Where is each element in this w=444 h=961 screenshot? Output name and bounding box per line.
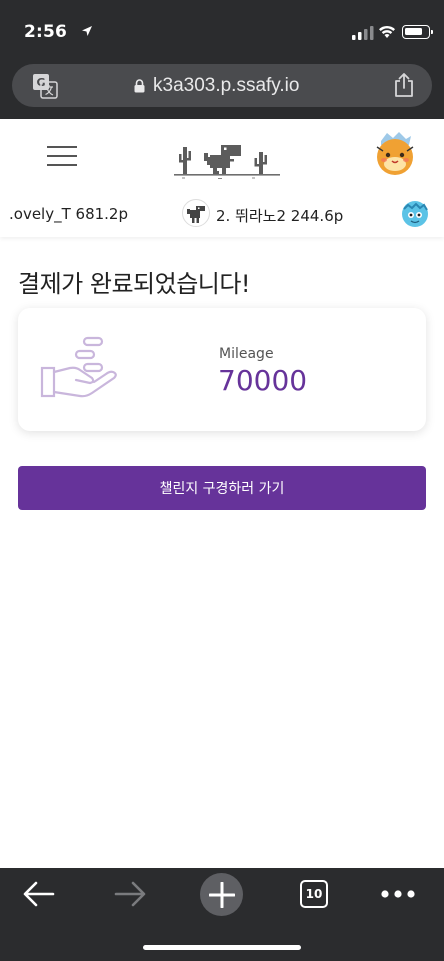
status-time: 2:56 (24, 22, 68, 42)
back-arrow-icon (23, 881, 55, 907)
url-text: k3a303.p.ssafy.io (153, 75, 300, 96)
battery-icon (402, 25, 433, 39)
browser-top-bar: 2:56 G k3a303.p.ssafy.io (0, 0, 444, 119)
forward-button[interactable] (111, 876, 149, 912)
tabs-button[interactable]: 10 (299, 876, 329, 912)
coins-hand-icon (40, 336, 117, 398)
more-menu-button[interactable] (380, 876, 416, 912)
location-arrow-icon (82, 26, 92, 36)
share-icon[interactable] (393, 72, 415, 98)
signal-icon (352, 26, 374, 40)
dino-logo[interactable] (174, 139, 280, 181)
more-dots-icon (381, 890, 415, 898)
ranking-item[interactable]: .ovely_T 681.2p (9, 205, 128, 223)
forward-arrow-icon (114, 881, 146, 907)
new-tab-button[interactable] (200, 873, 243, 916)
lock-icon (134, 79, 145, 93)
site-header: .ovely_T 681.2p 2. 뛰라노2 244.6p (0, 119, 444, 237)
mileage-card: Mileage 70000 (18, 308, 426, 431)
home-indicator[interactable] (143, 945, 301, 950)
mileage-label: Mileage (219, 346, 274, 362)
profile-avatar[interactable] (373, 131, 417, 177)
ranking-avatar (182, 199, 210, 227)
back-button[interactable] (20, 876, 58, 912)
ranking-ticker: .ovely_T 681.2p 2. 뛰라노2 244.6p (0, 199, 444, 231)
translate-icon[interactable]: G (32, 73, 58, 99)
ranking-item[interactable]: 2. 뛰라노2 244.6p (216, 205, 343, 226)
plus-icon (208, 881, 235, 908)
page-title: 결제가 완료되었습니다! (18, 270, 251, 298)
browser-bottom-toolbar: 10 (0, 868, 444, 961)
ranking-avatar (402, 201, 428, 227)
wifi-icon (379, 25, 395, 38)
mileage-value: 70000 (218, 364, 308, 397)
address-bar[interactable]: G k3a303.p.ssafy.io (12, 64, 432, 107)
hamburger-menu-icon[interactable] (47, 144, 77, 168)
tab-count: 10 (300, 880, 328, 908)
browse-challenges-button[interactable]: 챌린지 구경하러 가기 (18, 466, 426, 510)
dino-icon (187, 206, 205, 223)
